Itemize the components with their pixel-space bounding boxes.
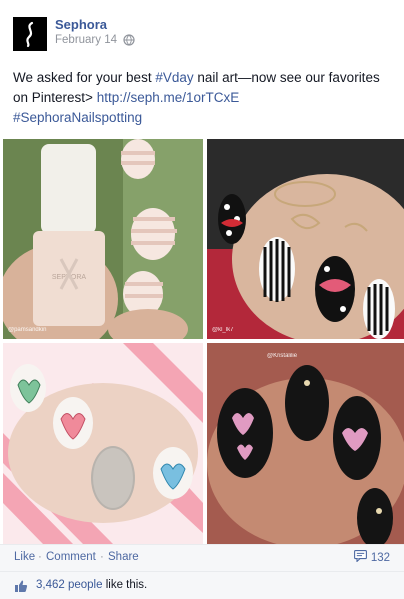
post-date[interactable]: February 14 [55, 34, 117, 46]
share-button[interactable]: Share [108, 551, 139, 563]
pink-nail-polish-bottle-photo[interactable]: SEPHORA @pamsandkin [3, 139, 203, 339]
post-action-bar: Like · Comment · Share 132 [0, 544, 404, 571]
comment-count: 132 [370, 551, 390, 564]
globe-icon [123, 34, 135, 46]
pinterest-link[interactable]: http://seph.me/1orTCxE [97, 90, 240, 105]
action-separator: · [100, 551, 104, 563]
photo-watermark: @Kristalilie [267, 353, 298, 359]
page-name-link[interactable]: Sephora [55, 17, 107, 32]
likes-suffix: like this. [102, 579, 148, 591]
hashtag-nailspotting-link[interactable]: #SephoraNailspotting [13, 110, 142, 125]
action-separator: · [38, 551, 42, 563]
likes-count-link[interactable]: 3,462 people [36, 579, 103, 591]
thumbs-up-icon [14, 579, 28, 593]
post-text-part1: We asked for your best [13, 70, 156, 85]
photo-watermark: @kl_lk7 [212, 327, 234, 333]
post-meta: February 14 [55, 34, 135, 46]
hashtag-vday-link[interactable]: #Vday [155, 70, 193, 85]
likes-summary: 3,462 people like this. [0, 571, 404, 599]
like-button[interactable]: Like [14, 551, 35, 563]
black-pink-heart-nails-photo[interactable]: @Kristalilie [207, 343, 404, 544]
comment-button[interactable]: Comment [46, 551, 96, 563]
comment-count-button[interactable]: 132 [353, 550, 390, 565]
comment-bubble-icon [353, 550, 367, 565]
lips-polka-dot-nails-photo[interactable]: @kl_lk7 [207, 139, 404, 339]
post-message: We asked for your best #Vday nail art—no… [13, 68, 393, 128]
facebook-post: Sephora February 14 We asked for your be… [0, 0, 404, 599]
candy-heart-nails-photo[interactable] [3, 343, 203, 544]
photo-watermark: @pamsandkin [8, 327, 47, 333]
photo-grid: SEPHORA @pamsandkin @kl_lk7 @Kristalilie [3, 139, 404, 544]
likes-text: 3,462 people like this. [36, 579, 147, 591]
sephora-logo-avatar[interactable] [13, 17, 47, 51]
